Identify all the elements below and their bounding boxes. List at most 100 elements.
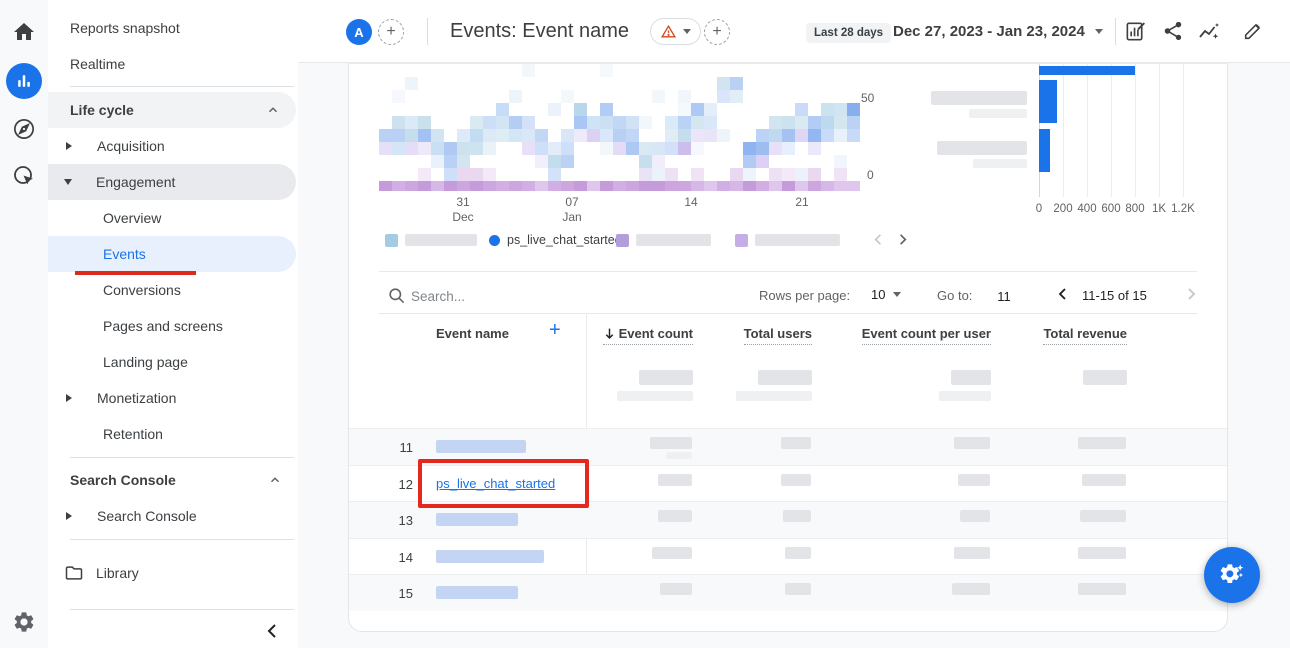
redacted-chart-cell (639, 181, 652, 191)
y-axis-tick: 0 (867, 168, 874, 182)
row-number: 12 (389, 477, 413, 492)
sidebar-item-acquisition[interactable]: Acquisition (48, 128, 298, 164)
redacted-chart-cell (769, 168, 782, 181)
redacted-chart-cell (652, 90, 665, 103)
column-header-total-users[interactable]: Total users (744, 326, 812, 345)
redacted-chart-cell (769, 129, 782, 142)
bar-axis-tick: 200 (1053, 203, 1072, 215)
redacted-chart-cell (457, 142, 470, 155)
admin-gear-icon[interactable] (12, 610, 36, 634)
rows-per-page-select[interactable]: 10 (871, 287, 901, 302)
home-icon[interactable] (12, 20, 36, 44)
legend-dot (489, 235, 500, 246)
redacted-chart-cell (626, 142, 639, 155)
table-search-input[interactable] (411, 284, 631, 308)
sidebar-item-reports-snapshot[interactable]: Reports snapshot (48, 10, 298, 46)
sidebar-item-retention[interactable]: Retention (48, 416, 298, 452)
redacted-cell (658, 510, 692, 522)
redacted-chart-cell (808, 129, 821, 142)
plus-icon: + (712, 23, 721, 41)
column-header-event-count[interactable]: Event count (603, 326, 693, 345)
table-row[interactable]: 11 (349, 428, 1227, 465)
sidebar-label: Pages and screens (103, 318, 223, 334)
sidebar-label: Reports snapshot (70, 20, 180, 36)
bar-chart-icon (14, 71, 34, 91)
legend-item-ps-live-chat-started[interactable]: ps_live_chat_started (489, 232, 622, 248)
add-report-tab-button[interactable]: + (704, 19, 730, 45)
legend-next-chevron[interactable] (895, 232, 911, 248)
redacted-legend-label (755, 234, 840, 246)
column-header-event-count-per-user[interactable]: Event count per user (862, 326, 991, 345)
sidebar-item-landing-page[interactable]: Landing page (48, 344, 298, 380)
redacted-chart-cell (834, 155, 847, 168)
sidebar-item-search-console[interactable]: Search Console (48, 498, 298, 534)
add-comparison-button[interactable]: + (378, 19, 404, 45)
table-row-highlighted[interactable]: 12 ps_live_chat_started (349, 465, 1227, 502)
reports-nav-button[interactable] (6, 63, 42, 99)
sidebar-label: Landing page (103, 354, 188, 370)
table-row[interactable]: 13 (349, 501, 1227, 538)
pagination-range: 11-15 of 15 (1082, 288, 1147, 303)
table-row[interactable]: 14 (349, 538, 1227, 575)
legend-item-redacted[interactable] (616, 232, 711, 248)
data-quality-button[interactable] (650, 18, 701, 45)
account-avatar[interactable]: A (346, 19, 372, 45)
sidebar-item-realtime[interactable]: Realtime (48, 46, 298, 82)
redacted-chart-cell (756, 181, 769, 191)
explore-icon[interactable] (12, 117, 36, 141)
redacted-chart-cell (457, 181, 470, 191)
sidebar-item-conversions[interactable]: Conversions (48, 272, 298, 308)
previous-page-chevron[interactable] (1055, 286, 1071, 302)
sidebar-label: Acquisition (97, 138, 165, 154)
top-app-bar: A + Events: Event name + Last 28 days De… (298, 0, 1290, 63)
redacted-chart-cell (444, 142, 457, 155)
redacted-chart-cell (561, 142, 574, 155)
warning-icon (660, 23, 677, 40)
sidebar-item-library[interactable]: Library (48, 555, 298, 591)
collapse-arrow-icon (64, 179, 72, 185)
table-row[interactable]: 15 (349, 574, 1227, 611)
edit-pencil-icon[interactable] (1242, 20, 1266, 44)
insights-fab-button[interactable] (1204, 547, 1260, 603)
share-icon[interactable] (1162, 20, 1186, 44)
next-page-chevron[interactable] (1183, 286, 1199, 302)
date-range-picker[interactable]: Dec 27, 2023 - Jan 23, 2024 (893, 0, 1103, 63)
sidebar-item-overview[interactable]: Overview (48, 200, 298, 236)
legend-item-redacted[interactable] (385, 232, 477, 248)
redacted-total-value (1083, 370, 1127, 385)
rows-per-page-label: Rows per page: (759, 288, 850, 303)
legend-label: ps_live_chat_started (507, 233, 622, 247)
collapse-sidebar-chevron[interactable] (264, 622, 282, 640)
sidebar-item-events-selected[interactable]: Events (48, 236, 296, 272)
redacted-chart-cell (444, 155, 457, 168)
redacted-chart-cell (522, 64, 535, 77)
redacted-chart-cell (808, 168, 821, 181)
sidebar-section-search-console[interactable]: Search Console (48, 462, 298, 498)
event-name-link[interactable]: ps_live_chat_started (436, 476, 555, 491)
legend-swatch (385, 234, 398, 247)
redacted-cell (954, 437, 990, 449)
redacted-cell (1078, 437, 1126, 449)
redacted-chart-cell (548, 155, 561, 168)
legend-swatch (616, 234, 629, 247)
sidebar-item-monetization[interactable]: Monetization (48, 380, 298, 416)
column-header-total-revenue[interactable]: Total revenue (1043, 326, 1127, 345)
sidebar-item-pages-and-screens[interactable]: Pages and screens (48, 308, 298, 344)
advertising-icon[interactable] (12, 164, 36, 188)
legend-prev-chevron[interactable] (871, 232, 887, 248)
redacted-chart-cell (470, 116, 483, 129)
redacted-chart-cell (522, 129, 535, 142)
add-dimension-button[interactable]: + (549, 319, 561, 342)
redacted-chart-cell (665, 142, 678, 155)
column-header-event-name[interactable]: Event name (436, 326, 509, 344)
legend-item-redacted[interactable] (735, 232, 840, 248)
sidebar-item-engagement[interactable]: Engagement (48, 164, 296, 200)
customize-report-icon[interactable] (1124, 20, 1148, 44)
sidebar-section-life-cycle[interactable]: Life cycle (48, 92, 296, 128)
goto-page-input[interactable] (987, 283, 1021, 309)
redacted-chart-cell (496, 103, 509, 116)
insights-icon[interactable] (1197, 20, 1221, 44)
redacted-chart-cell (457, 168, 470, 181)
redacted-chart-cell (470, 168, 483, 181)
redacted-chart-cell (470, 129, 483, 142)
